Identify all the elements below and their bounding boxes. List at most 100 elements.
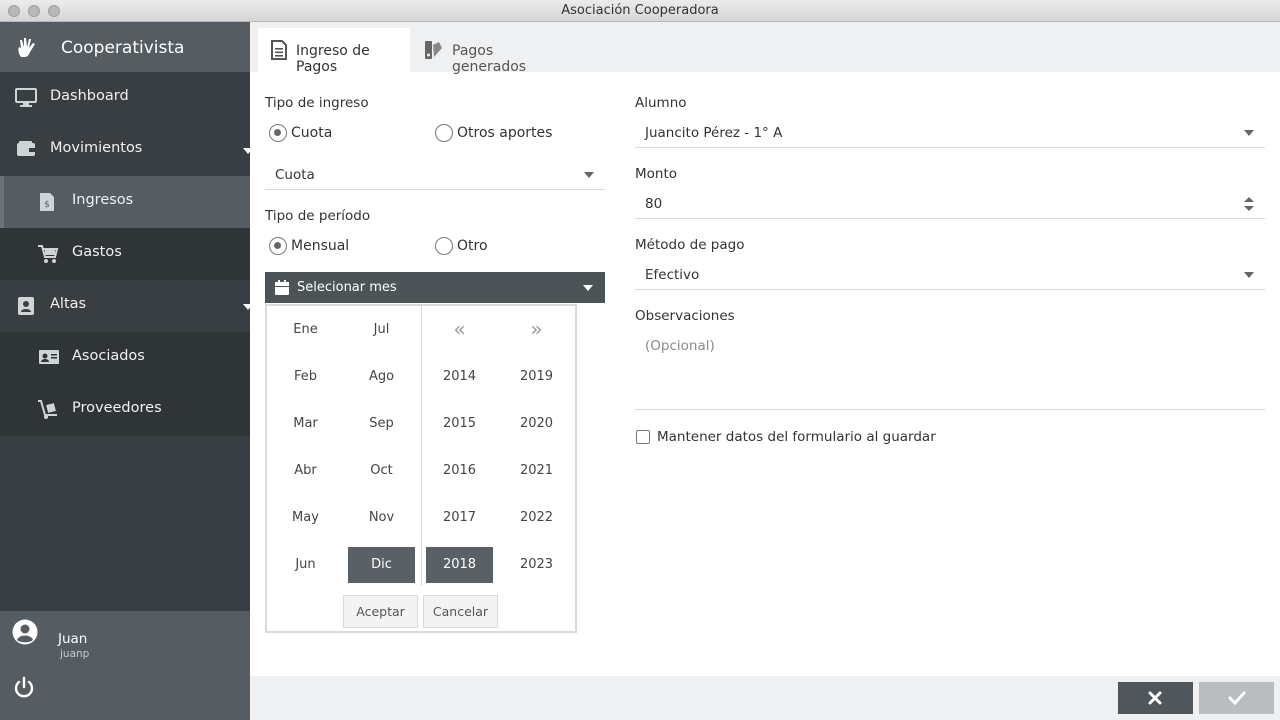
year-2020[interactable]: 2020 [503,406,570,442]
close-window-button[interactable] [8,5,20,17]
sidebar-item-asociados[interactable]: Asociados [0,332,250,384]
year-2019[interactable]: 2019 [503,359,570,395]
cancel-button[interactable] [1118,682,1193,714]
window-titlebar: Asociación Cooperadora [0,0,1280,22]
brand[interactable]: Cooperativista [0,22,250,72]
year-2017[interactable]: 2017 [426,500,493,536]
year-2018-selected[interactable]: 2018 [426,547,493,583]
swatchbook-icon [424,40,444,64]
month-dic-selected[interactable]: Dic [348,547,415,583]
month-ene[interactable]: Ene [272,312,339,348]
chevron-down-icon [1244,130,1254,136]
month-may[interactable]: May [272,500,339,536]
radio-cuota-label: Cuota [291,125,333,141]
tab-label: Pagos generados [452,43,527,75]
month-feb[interactable]: Feb [272,359,339,395]
metodo-pago-label: Método de pago [635,237,745,253]
keep-data-label: Mantener datos del formulario al guardar [657,429,936,445]
invoice-dollar-icon: $ [39,192,55,216]
number-stepper-icon[interactable] [1244,196,1254,216]
month-sep[interactable]: Sep [348,406,415,442]
check-icon [1228,691,1246,706]
sidebar: Cooperativista Dashboard Movimientos $ I… [0,22,253,720]
picker-accept-button[interactable]: Aceptar [343,595,418,628]
chevron-down-icon [1244,272,1254,278]
month-ago[interactable]: Ago [348,359,415,395]
month-jun[interactable]: Jun [272,547,339,583]
sidebar-item-label: Movimientos [50,140,143,156]
sidebar-item-label: Altas [50,296,87,312]
sidebar-item-dashboard[interactable]: Dashboard [0,72,250,124]
sidebar-item-label: Dashboard [50,88,129,104]
year-prev-button[interactable]: « [426,317,493,341]
chevron-down-icon [583,285,593,291]
cuota-select[interactable]: Cuota [265,159,605,190]
cuota-select-value: Cuota [275,167,315,183]
sidebar-item-label: Asociados [72,348,145,364]
observaciones-textarea[interactable]: (Opcional) [635,333,1265,410]
year-2014[interactable]: 2014 [426,359,493,395]
radio-mensual[interactable] [269,237,287,255]
tab-label: Ingreso de Pagos [296,43,370,75]
dolly-icon [37,400,59,424]
chevron-down-icon [243,304,253,310]
year-2022[interactable]: 2022 [503,500,570,536]
user-avatar-icon[interactable] [12,619,38,649]
sidebar-item-ingresos[interactable]: $ Ingresos [0,176,250,228]
maximize-window-button[interactable] [48,5,60,17]
monto-input[interactable]: 80 [635,188,1265,219]
metodo-pago-value: Efectivo [645,267,700,283]
observaciones-label: Observaciones [635,308,735,324]
sidebar-item-gastos[interactable]: Gastos [0,228,250,280]
select-month-label: Selecionar mes [297,280,397,295]
month-jul[interactable]: Jul [348,312,415,348]
footer-bar [250,676,1280,720]
window-title: Asociación Cooperadora [561,3,719,18]
user-login: juanp [60,648,90,660]
power-icon[interactable] [12,676,36,704]
metodo-pago-select[interactable]: Efectivo [635,259,1265,290]
sidebar-item-label: Gastos [72,244,122,260]
user-panel: Juan juanp [0,611,250,720]
cart-icon [37,244,59,268]
year-next-button[interactable]: » [503,317,570,341]
tab-ingreso-de-pagos[interactable]: Ingreso de Pagos [258,28,410,75]
file-lines-icon [271,40,287,64]
year-2021[interactable]: 2021 [503,453,570,489]
radio-otros-aportes-label: Otros aportes [457,125,553,141]
sidebar-item-movimientos[interactable]: Movimientos [0,124,253,176]
month-abr[interactable]: Abr [272,453,339,489]
year-2016[interactable]: 2016 [426,453,493,489]
select-month-button[interactable]: Selecionar mes [265,272,605,303]
radio-otro-label: Otro [457,238,488,254]
chevron-down-icon [243,148,253,154]
year-2015[interactable]: 2015 [426,406,493,442]
id-card-icon [38,348,60,370]
observaciones-placeholder: (Opcional) [645,338,715,354]
address-book-icon [17,296,35,320]
keep-data-checkbox[interactable] [636,430,650,444]
picker-cancel-button[interactable]: Cancelar [423,595,498,628]
hand-logo-icon [15,36,39,65]
save-button[interactable] [1199,682,1274,714]
radio-cuota[interactable] [269,124,287,142]
brand-name: Cooperativista [61,38,185,58]
month-nov[interactable]: Nov [348,500,415,536]
year-2023[interactable]: 2023 [503,547,570,583]
sidebar-item-label: Ingresos [72,192,134,208]
month-mar[interactable]: Mar [272,406,339,442]
minimize-window-button[interactable] [28,5,40,17]
picker-divider [421,306,422,586]
radio-otros-aportes[interactable] [435,124,453,142]
user-name: Juan [58,631,88,647]
alumno-select[interactable]: Juancito Pérez - 1° A [635,117,1265,148]
sidebar-item-altas[interactable]: Altas [0,280,253,332]
chevron-down-icon [584,172,594,178]
wallet-icon [16,140,36,162]
month-oct[interactable]: Oct [348,453,415,489]
close-icon [1148,691,1162,705]
sidebar-item-proveedores[interactable]: Proveedores [0,384,250,436]
alumno-label: Alumno [635,95,687,111]
tab-pagos-generados[interactable]: Pagos generados [414,28,564,75]
radio-otro[interactable] [435,237,453,255]
